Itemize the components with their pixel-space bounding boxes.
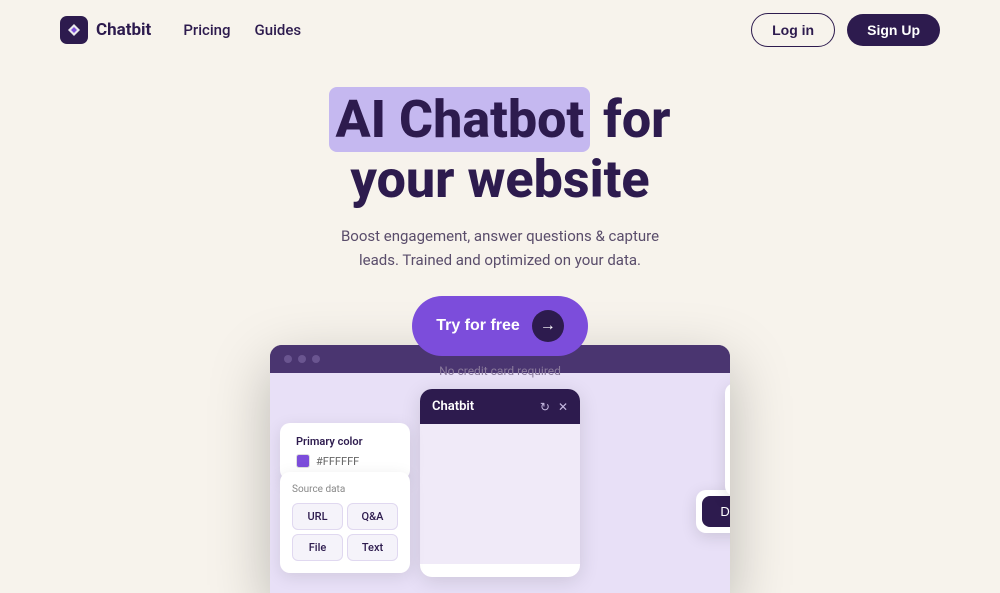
browser-body: Primary color #FFFFFF Source data URL Q&… [270, 373, 730, 593]
cta-button[interactable]: Try for free → [412, 296, 588, 356]
logo-icon [60, 16, 88, 44]
refresh-icon[interactable]: ↻ [540, 400, 550, 414]
navbar: Chatbit Pricing Guides Log in Sign Up [0, 0, 1000, 60]
chatbit-body [420, 424, 580, 564]
dark-theme-button[interactable]: Dark [702, 496, 730, 527]
navbar-left: Chatbit Pricing Guides [60, 16, 301, 44]
source-data-card: Source data URL Q&A File Text [280, 472, 410, 573]
chatbit-header: Chatbit ↻ ✕ [420, 389, 580, 424]
source-text-btn[interactable]: Text [347, 534, 398, 561]
source-qa-btn[interactable]: Q&A [347, 503, 398, 530]
source-data-label: Source data [292, 484, 398, 495]
cta-note: No credit card required [439, 364, 561, 378]
browser-window: Primary color #FFFFFF Source data URL Q&… [270, 345, 730, 593]
logo[interactable]: Chatbit [60, 16, 151, 44]
nav-link-pricing[interactable]: Pricing [183, 21, 230, 39]
color-swatch[interactable] [296, 454, 310, 468]
lead-card: Lead 🧑 Marvin McKinney marvin@pix-dot.co… [725, 383, 730, 496]
nav-links: Pricing Guides [183, 21, 301, 39]
color-hex: #FFFFFF [316, 455, 359, 468]
cta-label: Try for free [436, 317, 520, 335]
color-swatch-row: #FFFFFF [296, 454, 394, 468]
cta-container: Try for free → No credit card required [0, 296, 1000, 378]
hero-section: AI Chatbot foryour website Boost engagem… [0, 60, 1000, 378]
chatbit-panel-title: Chatbit [432, 399, 474, 414]
chatbit-header-icons: ↻ ✕ [540, 400, 568, 414]
cta-arrow-icon: → [532, 310, 564, 342]
hero-title: AI Chatbot foryour website [0, 90, 1000, 210]
primary-color-label: Primary color [296, 435, 394, 448]
logo-text: Chatbit [96, 20, 151, 40]
source-url-btn[interactable]: URL [292, 503, 343, 530]
chatbit-panel: Chatbit ↻ ✕ [420, 389, 580, 577]
hero-subtitle: Boost engagement, answer questions & cap… [0, 224, 1000, 272]
source-data-grid: URL Q&A File Text [292, 503, 398, 561]
login-button[interactable]: Log in [751, 13, 835, 47]
dark-light-card: Dark Light [696, 490, 730, 533]
navbar-right: Log in Sign Up [751, 13, 940, 47]
nav-link-guides[interactable]: Guides [255, 21, 302, 39]
source-file-btn[interactable]: File [292, 534, 343, 561]
browser-mockup: Primary color #FFFFFF Source data URL Q&… [270, 345, 730, 593]
hero-title-highlight: AI Chatbot [329, 87, 590, 152]
close-icon[interactable]: ✕ [558, 400, 568, 414]
signup-button[interactable]: Sign Up [847, 14, 940, 46]
